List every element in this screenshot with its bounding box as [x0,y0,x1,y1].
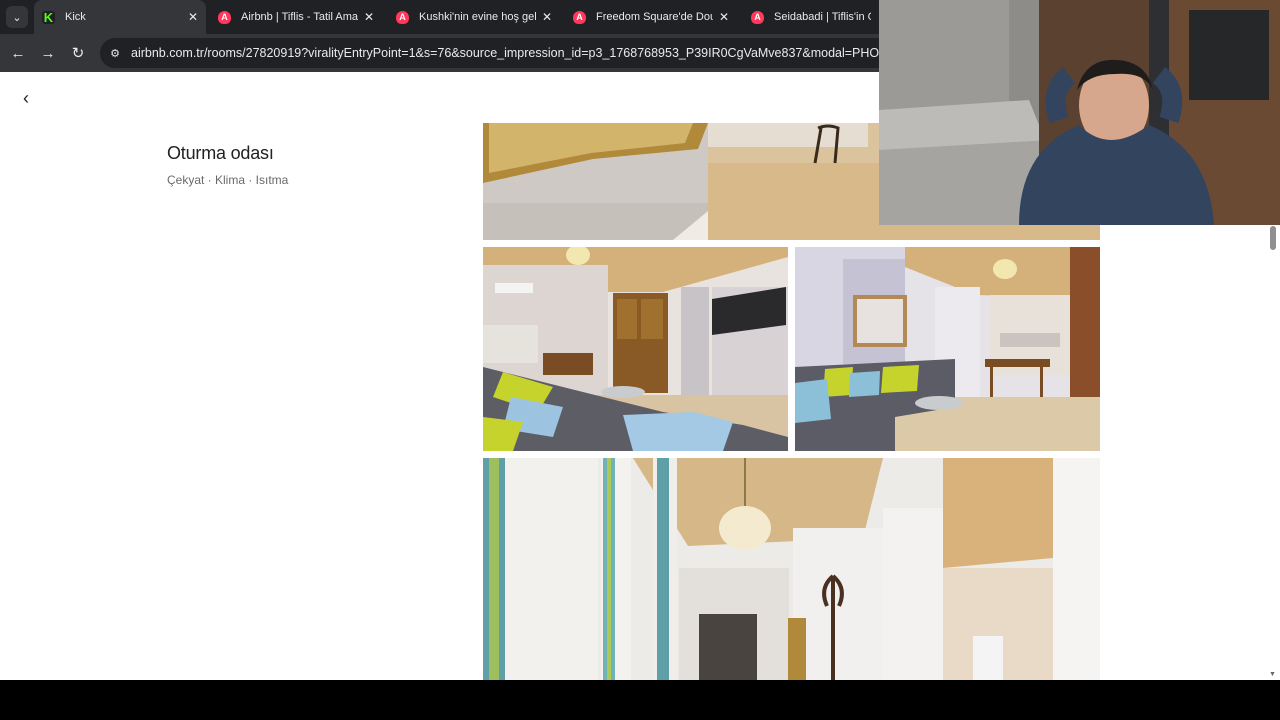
close-icon[interactable]: ✕ [364,10,374,24]
close-icon[interactable]: ✕ [719,10,729,24]
tab-kick[interactable]: K Kick ✕ [34,0,206,34]
tab-title: Freedom Square'de Double [596,11,713,23]
kick-logo-icon: K [42,9,55,25]
tab-title: Airbnb | Tiflis - Tatil Amaçlı [241,11,358,23]
tab-title: Seidabadi | Tiflis'in Göbeğ [774,11,871,23]
room-title: Oturma odası [167,143,274,163]
tab-freedom-square[interactable]: A Freedom Square'de Double ✕ [565,0,737,34]
scroll-down-arrow-icon[interactable]: ▼ [1269,671,1276,678]
airbnb-logo-icon: A [218,10,231,24]
webcam-overlay [879,0,1280,225]
site-settings-icon[interactable]: ⚙ [108,46,122,60]
tab-title: Kick [65,11,86,23]
airbnb-logo-icon: A [751,10,764,24]
close-icon[interactable]: ✕ [542,10,552,24]
back-arrow-icon[interactable]: ← [6,41,30,65]
forward-arrow-icon[interactable]: → [36,41,60,65]
tab-seidabadi[interactable]: A Seidabadi | Tiflis'in Göbeğ [743,0,879,34]
url-text[interactable]: airbnb.com.tr/rooms/27820919?viralityEnt… [131,46,954,60]
tab-airbnb-tiflis[interactable]: A Airbnb | Tiflis - Tatil Amaçlı ✕ [210,0,382,34]
scroll-thumb[interactable] [1270,226,1276,250]
tab-search-dropdown-icon[interactable]: ⌄ [6,6,28,28]
reload-icon[interactable]: ↻ [66,41,90,65]
living-room-photo-sofa-tv[interactable] [483,247,788,451]
living-room-photo-chandelier[interactable] [483,458,1100,680]
airbnb-logo-icon: A [396,10,409,24]
close-icon[interactable]: ✕ [188,10,198,24]
tab-title: Kushki'nin evine hoş geldin [419,11,536,23]
room-amenities: Çekyat · Klima · Isıtma [167,173,289,187]
airbnb-logo-icon: A [573,10,586,24]
tab-kushki[interactable]: A Kushki'nin evine hoş geldin ✕ [388,0,560,34]
back-chevron-icon[interactable]: ‹ [14,86,38,110]
living-room-photo-sofa-dining[interactable] [795,247,1100,451]
screen-bottom-bar [0,680,1280,720]
